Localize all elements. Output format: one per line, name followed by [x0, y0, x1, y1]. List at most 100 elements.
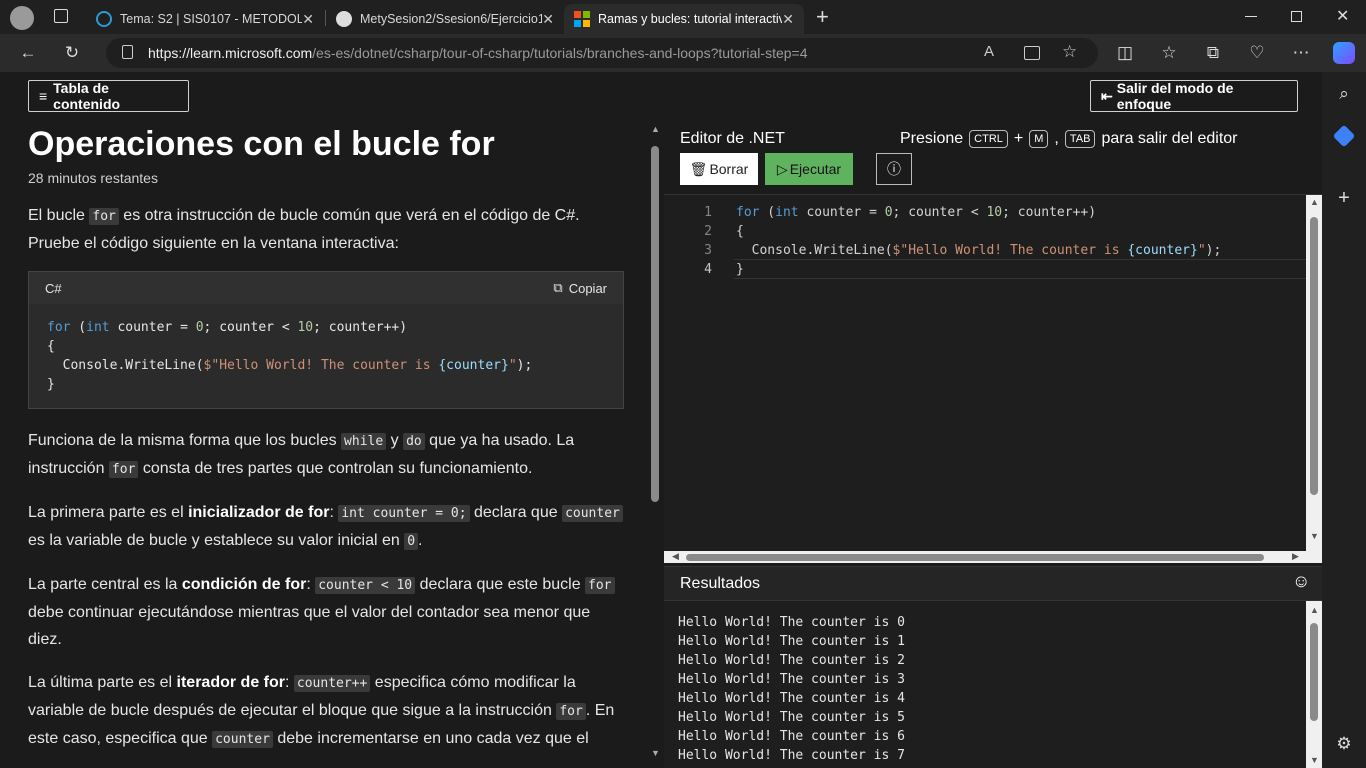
close-tab-icon[interactable]: ✕ — [542, 11, 554, 28]
tab-title: Ramas y bucles: tutorial interactiv — [598, 12, 783, 26]
close-tab-icon[interactable]: ✕ — [782, 11, 794, 28]
key-tab: TAB — [1064, 130, 1096, 148]
code-block: C# ⧉ Copiar for (int counter = 0; counter… — [28, 271, 624, 409]
paragraph-same-as-while: Funciona de la misma forma que los bucle… — [28, 432, 575, 478]
search-icon[interactable]: ⌕ — [1330, 80, 1358, 108]
output-line: Hello World! The counter is 6 — [678, 729, 905, 744]
results-output: Hello World! The counter is 0 Hello Worl… — [664, 600, 1322, 768]
page-title: Operaciones con el bucle for — [28, 125, 495, 163]
trash-icon: 🗑 — [689, 160, 708, 177]
code-editor[interactable]: 1 2 3 4 for (int counter = 0; counter < … — [664, 194, 1322, 563]
browser-tab-bar: Tema: S2 | SIS0107 - METODOLOG ✕ MetySes… — [0, 0, 1366, 34]
exit-focus-mode-button[interactable]: ⇤ Salir del modo de enfoque — [1090, 80, 1298, 112]
copy-button[interactable]: ⧉ Copiar — [553, 280, 607, 296]
output-line: Hello World! The counter is 2 — [678, 653, 905, 668]
more-menu-icon[interactable]: ⋯ — [1287, 39, 1315, 67]
scrollbar-thumb[interactable] — [1310, 623, 1318, 721]
tab-actions-icon[interactable] — [54, 9, 68, 23]
article-scrollbar[interactable]: ▲ ▼ — [650, 124, 660, 764]
moodle-icon — [96, 11, 112, 27]
learn-page: ≡ Tabla de contenido ⇤ Salir del modo de… — [4, 72, 1322, 768]
results-header: Resultados ☺ — [664, 566, 1322, 600]
scroll-down-arrow-icon[interactable]: ▼ — [1310, 755, 1319, 765]
info-button[interactable]: ⓘ — [876, 153, 912, 185]
output-line: Hello World! The counter is 3 — [678, 672, 905, 687]
scroll-up-arrow-icon[interactable]: ▲ — [1310, 605, 1319, 615]
address-bar[interactable]: https://learn.microsoft.com/es-es/dotnet… — [106, 38, 1098, 68]
scrollbar-thumb[interactable] — [1310, 217, 1318, 495]
read-aloud-icon[interactable]: A — [984, 43, 994, 60]
copy-icon: ⧉ — [553, 280, 563, 295]
output-line: Hello World! The counter is 1 — [678, 634, 905, 649]
code-line-3: Console.WriteLine($"Hello World! The cou… — [736, 243, 1222, 258]
key-ctrl: CTRL — [969, 130, 1008, 148]
feedback-smiley-icon[interactable]: ☺ — [1292, 571, 1310, 592]
tab-title: MetySesion2/Ssesion6/Ejercicio1/ — [360, 12, 543, 26]
browser-essentials-icon[interactable]: ♡ — [1243, 39, 1271, 67]
lock-icon[interactable] — [122, 45, 133, 59]
line-number: 4 — [704, 262, 712, 277]
time-remaining: 28 minutos restantes — [28, 170, 158, 186]
run-button[interactable]: ▷ Ejecutar — [765, 153, 853, 185]
immersive-reader-icon[interactable] — [1024, 46, 1040, 60]
scrollbar-thumb[interactable] — [651, 146, 659, 502]
current-line-highlight — [734, 259, 1306, 279]
copilot-icon[interactable] — [1333, 42, 1355, 64]
scroll-down-arrow-icon[interactable]: ▼ — [651, 748, 660, 758]
split-screen-icon[interactable]: ◫ — [1111, 39, 1139, 67]
settings-gear-icon[interactable]: ⚙ — [1330, 730, 1358, 758]
output-line: Hello World! The counter is 4 — [678, 691, 905, 706]
exit-focus-label: Salir del modo de enfoque — [1116, 80, 1234, 112]
code-line-2: { — [736, 224, 744, 239]
article-content: Operaciones con el bucle for 28 minutos … — [28, 124, 628, 764]
editor-keyboard-hint: Presione CTRL + M, TAB para salir del edit… — [900, 130, 1238, 148]
add-sidebar-app-icon[interactable]: + — [1330, 184, 1358, 212]
clear-button[interactable]: 🗑 Borrar — [680, 153, 758, 185]
scroll-up-arrow-icon[interactable]: ▲ — [651, 124, 660, 134]
line-number: 1 — [704, 205, 712, 220]
code-language: C# — [45, 280, 62, 296]
new-tab-button[interactable]: + — [816, 4, 829, 30]
output-line: Hello World! The counter is 0 — [678, 615, 905, 630]
line-number: 2 — [704, 224, 712, 239]
restore-icon[interactable] — [1291, 11, 1302, 22]
favorite-star-icon[interactable]: ☆ — [1062, 42, 1077, 62]
menu-icon: ≡ — [39, 88, 48, 104]
key-m: M — [1029, 130, 1049, 148]
results-scrollbar[interactable]: ▲ ▼ — [1306, 601, 1322, 768]
editor-title: Editor de .NET — [680, 130, 785, 147]
editor-horizontal-scrollbar[interactable]: ◀ ▶ — [664, 551, 1322, 563]
browser-toolbar: ← ↻ https://learn.microsoft.com/es-es/do… — [0, 34, 1366, 72]
url-path: /es-es/dotnet/csharp/tour-of-csharp/tuto… — [312, 45, 808, 61]
favorites-icon[interactable]: ☆ — [1155, 39, 1183, 67]
browser-tab-3-active[interactable]: Ramas y bucles: tutorial interactiv ✕ — [564, 4, 804, 34]
scrollbar-thumb[interactable] — [686, 554, 1264, 561]
browser-tab-1[interactable]: Tema: S2 | SIS0107 - METODOLOG ✕ — [86, 4, 324, 34]
scroll-down-arrow-icon[interactable]: ▼ — [1310, 531, 1319, 541]
github-icon — [336, 11, 352, 27]
paragraph-initializer: La primera parte es el inicializador de … — [28, 499, 628, 555]
microsoft-logo-icon — [574, 11, 590, 27]
scroll-left-arrow-icon[interactable]: ◀ — [672, 551, 679, 562]
editor-scrollbar[interactable]: ▲ ▼ — [1306, 195, 1322, 551]
profile-avatar[interactable] — [10, 6, 34, 30]
output-line: Hello World! The counter is 7 — [678, 748, 905, 763]
browser-tab-2[interactable]: MetySesion2/Ssesion6/Ejercicio1/ ✕ — [326, 4, 564, 34]
tag-icon[interactable] — [1332, 124, 1356, 148]
close-window-icon[interactable]: ✕ — [1336, 6, 1349, 26]
scroll-right-arrow-icon[interactable]: ▶ — [1292, 551, 1299, 562]
toc-label: Tabla de contenido — [53, 80, 121, 112]
collections-icon[interactable]: ⧉ — [1199, 39, 1227, 67]
line-number: 3 — [704, 243, 712, 258]
back-arrow-icon[interactable]: ← — [14, 39, 42, 67]
scroll-up-arrow-icon[interactable]: ▲ — [1310, 197, 1319, 207]
toc-button[interactable]: ≡ Tabla de contenido — [28, 80, 189, 112]
paragraph-condition: La parte central es la condición de for:… — [28, 571, 628, 653]
refresh-icon[interactable]: ↻ — [58, 39, 86, 67]
url-host: https://learn.microsoft.com — [148, 45, 313, 61]
paragraph-iterator: La última parte es el iterador de for: c… — [28, 674, 615, 748]
info-icon: ⓘ — [887, 161, 901, 177]
close-tab-icon[interactable]: ✕ — [302, 11, 314, 28]
edge-sidebar: ⌕ + ⚙ — [1322, 72, 1366, 768]
minimize-icon[interactable] — [1245, 16, 1257, 17]
